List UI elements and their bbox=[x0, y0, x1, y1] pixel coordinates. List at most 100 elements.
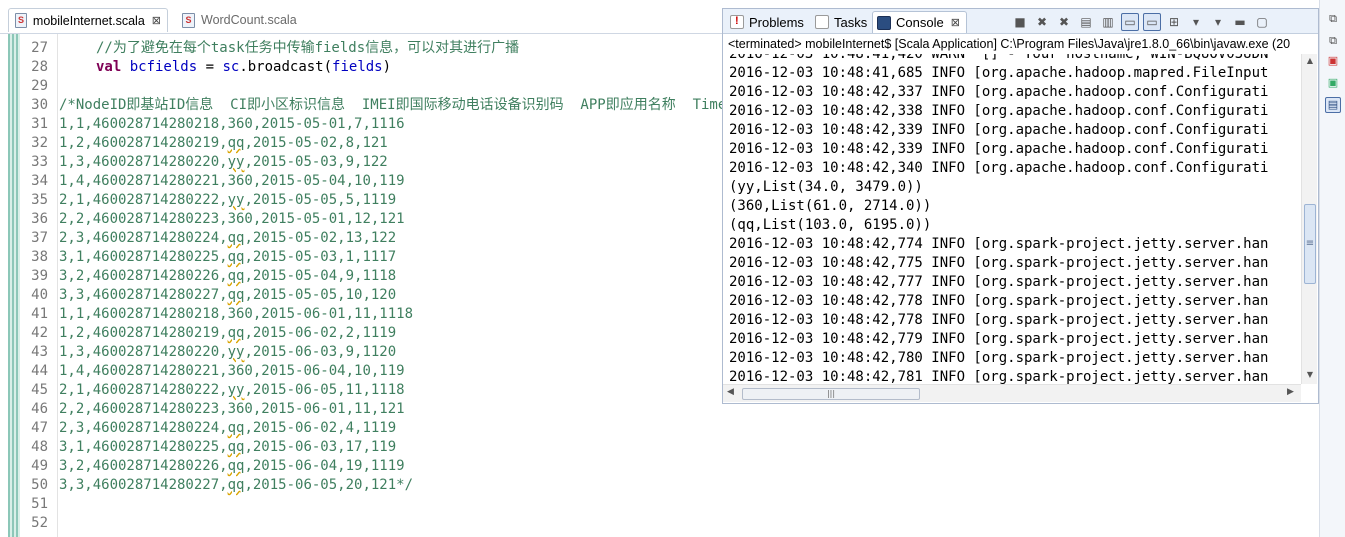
record-prefix: 1,2,460028714280219, bbox=[59, 325, 228, 341]
console-output-line: 2016-12-03 10:48:41,420 WARN [] - Your h… bbox=[729, 54, 1269, 62]
console-icon bbox=[877, 15, 891, 30]
code-line[interactable]: 43 1,3,460028714280220,yy,2015-06-03,9,11… bbox=[22, 343, 396, 362]
remove-launch-icon[interactable]: ✖ bbox=[1033, 13, 1051, 31]
record-prefix: 2,3,460028714280224, bbox=[59, 420, 228, 436]
code-line[interactable]: 52 bbox=[22, 514, 48, 533]
editor-body[interactable]: 27 //为了避免在每个task任务中传输fields信息，可以对其进行广播 2… bbox=[0, 34, 796, 537]
line-number: 44 bbox=[31, 363, 48, 379]
line-number: 38 bbox=[31, 249, 48, 265]
code-line[interactable]: 35 2,1,460028714280222,yy,2015-05-05,5,11… bbox=[22, 191, 396, 210]
record-prefix: 3,2,460028714280226, bbox=[59, 268, 228, 284]
code-line[interactable]: 47 2,3,460028714280224,qq,2015-06-02,4,11… bbox=[22, 419, 396, 438]
stop-icon[interactable]: ■ bbox=[1011, 13, 1029, 31]
console-output-line: (360,List(61.0, 2714.0)) bbox=[729, 198, 932, 214]
code-line[interactable]: 30 /*NodeID即基站ID信息 CI即小区标识信息 IMEI即国际移动电话… bbox=[22, 96, 796, 115]
clear-console-icon[interactable]: ▤ bbox=[1077, 13, 1095, 31]
grip-icon: ||| bbox=[826, 389, 836, 398]
code-lines[interactable]: 27 //为了避免在每个task任务中传输fields信息，可以对其进行广播 2… bbox=[22, 39, 796, 533]
horizontal-scrollbar[interactable]: ◀ ||| ▶ bbox=[723, 384, 1301, 402]
show-console-on-stdout-icon[interactable]: ▭ bbox=[1121, 13, 1139, 31]
code-line[interactable]: 39 3,2,460028714280226,qq,2015-05-04,9,11… bbox=[22, 267, 396, 286]
tab-console[interactable]: Console ⊠ bbox=[872, 11, 967, 33]
line-number: 33 bbox=[31, 154, 48, 170]
tab-tasks[interactable]: Tasks bbox=[811, 11, 871, 33]
code-line[interactable]: 34 1,4,460028714280221,360,2015-05-04,10,… bbox=[22, 172, 404, 191]
show-console-on-stderr-icon[interactable]: ▭ bbox=[1143, 13, 1161, 31]
data-record: 3,1,460028714280225,qq,2015-06-03,17,119 bbox=[59, 438, 396, 457]
tab-mobileinternet-scala[interactable]: S mobileInternet.scala ⊠ bbox=[8, 8, 168, 32]
scroll-lock-icon[interactable]: ▥ bbox=[1099, 13, 1117, 31]
record-prefix: 1,1,460028714280218, bbox=[59, 306, 228, 322]
scroll-down-icon[interactable]: ▼ bbox=[1304, 370, 1316, 382]
code-line[interactable]: 27 //为了避免在每个task任务中传输fields信息，可以对其进行广播 bbox=[22, 39, 519, 58]
code-line[interactable]: 42 1,2,460028714280219,qq,2015-06-02,2,11… bbox=[22, 324, 396, 343]
code-line[interactable]: 36 2,2,460028714280223,360,2015-05-01,12,… bbox=[22, 210, 404, 229]
code-editor[interactable]: S mobileInternet.scala ⊠ S WordCount.sca… bbox=[0, 0, 796, 537]
code-line[interactable]: 40 3,3,460028714280227,qq,2015-05-05,10,1… bbox=[22, 286, 396, 305]
data-record: 1,3,460028714280220,yy,2015-06-03,9,1120 bbox=[59, 343, 396, 362]
scroll-right-icon[interactable]: ▶ bbox=[1287, 387, 1294, 397]
code-line[interactable]: 49 3,2,460028714280226,qq,2015-06-04,19,1… bbox=[22, 457, 404, 476]
problems-view-icon[interactable]: ▣ bbox=[1325, 54, 1341, 70]
code-line[interactable]: 29 bbox=[22, 77, 48, 96]
line-number: 34 bbox=[31, 173, 48, 189]
tasks-view-icon[interactable]: ▣ bbox=[1325, 76, 1341, 92]
line-number: 36 bbox=[31, 211, 48, 227]
record-prefix: 1,2,460028714280219, bbox=[59, 135, 228, 151]
code-line[interactable]: 38 3,1,460028714280225,qq,2015-05-03,1,11… bbox=[22, 248, 396, 267]
pin-console-icon[interactable]: ⊞ bbox=[1165, 13, 1183, 31]
close-icon[interactable]: ⊠ bbox=[951, 16, 960, 29]
record-prefix: 1,4,460028714280221, bbox=[59, 363, 228, 379]
code-line[interactable]: 46 2,2,460028714280223,360,2015-06-01,11,… bbox=[22, 400, 404, 419]
close-icon[interactable]: ⊠ bbox=[152, 14, 161, 27]
code-line[interactable]: 31 1,1,460028714280218,360,2015-05-01,7,1… bbox=[22, 115, 404, 134]
console-output[interactable]: 2016-12-03 10:48:41,420 WARN [] - Your h… bbox=[723, 54, 1301, 384]
restore-icon[interactable]: ⧉ bbox=[1325, 34, 1341, 50]
console-panel[interactable]: Problems Tasks Console ⊠ ■ ✖ ✖ ▤ ▥ ▭ ▭ ⊞… bbox=[722, 8, 1319, 404]
code-line[interactable]: 50 3,3,460028714280227,qq,2015-06-05,20,1… bbox=[22, 476, 413, 495]
code-text: = bbox=[197, 59, 223, 75]
record-suffix: ,2015-06-01,11,121 bbox=[252, 401, 405, 417]
restore-icon[interactable]: ⧉ bbox=[1325, 12, 1341, 28]
record-suffix: ,2015-06-04,19,1119 bbox=[244, 458, 405, 474]
code-line[interactable]: 28 val bcfields = sc.broadcast(fields) bbox=[22, 58, 391, 77]
console-output-line: 2016-12-03 10:48:42,778 INFO [org.spark-… bbox=[729, 293, 1269, 309]
record-prefix: 1,3,460028714280220, bbox=[59, 344, 228, 360]
line-number: 46 bbox=[31, 401, 48, 417]
line-number: 32 bbox=[31, 135, 48, 151]
scroll-left-icon[interactable]: ◀ bbox=[727, 387, 734, 397]
code-line[interactable]: 32 1,2,460028714280219,qq,2015-05-02,8,12… bbox=[22, 134, 388, 153]
open-console-icon[interactable]: ▾ bbox=[1209, 13, 1227, 31]
code-text: ) bbox=[382, 59, 392, 75]
code-line[interactable]: 51 bbox=[22, 495, 48, 514]
scroll-thumb[interactable]: ||| bbox=[742, 388, 920, 400]
data-record: 2,3,460028714280224,qq,2015-05-02,13,122 bbox=[59, 229, 396, 248]
code-line[interactable]: 37 2,3,460028714280224,qq,2015-05-02,13,1… bbox=[22, 229, 396, 248]
code-line[interactable]: 44 1,4,460028714280221,360,2015-06-04,10,… bbox=[22, 362, 404, 381]
remove-all-terminated-icon[interactable]: ✖ bbox=[1055, 13, 1073, 31]
code-line[interactable]: 33 1,3,460028714280220,yy,2015-05-03,9,12… bbox=[22, 153, 388, 172]
code-comment: //为了避免在每个task任务中传输fields信息，可以对其进行广播 bbox=[96, 40, 520, 56]
tab-label: Console bbox=[896, 15, 944, 30]
record-suffix: ,2015-05-04,10,119 bbox=[252, 173, 405, 189]
tab-wordcount-scala[interactable]: S WordCount.scala bbox=[176, 8, 306, 32]
code-line[interactable]: 48 3,1,460028714280225,qq,2015-06-03,17,1… bbox=[22, 438, 396, 457]
display-selected-console-icon[interactable]: ▾ bbox=[1187, 13, 1205, 31]
code-line[interactable]: 45 2,1,460028714280222,yy,2015-06-05,11,1… bbox=[22, 381, 404, 400]
data-record: 2,2,460028714280223,360,2015-05-01,12,12… bbox=[59, 210, 405, 229]
scroll-thumb[interactable]: ≡ bbox=[1304, 204, 1316, 284]
line-number: 42 bbox=[31, 325, 48, 341]
data-record: 3,3,460028714280227,qq,2015-05-05,10,120 bbox=[59, 286, 396, 305]
scala-file-icon: S bbox=[182, 12, 195, 28]
record-suffix: ,2015-05-03,1,1117 bbox=[244, 249, 397, 265]
vertical-scrollbar[interactable]: ▲ ≡ ▼ bbox=[1301, 54, 1317, 384]
scroll-up-icon[interactable]: ▲ bbox=[1304, 56, 1316, 68]
record-app: 360 bbox=[227, 401, 253, 417]
console-output-line: 2016-12-03 10:48:42,779 INFO [org.spark-… bbox=[729, 331, 1269, 347]
tab-problems[interactable]: Problems bbox=[726, 11, 808, 33]
maximize-icon[interactable]: ▢ bbox=[1253, 13, 1271, 31]
record-prefix: 3,1,460028714280225, bbox=[59, 249, 228, 265]
minimize-icon[interactable]: ▬ bbox=[1231, 13, 1249, 31]
code-line[interactable]: 41 1,1,460028714280218,360,2015-06-01,11,… bbox=[22, 305, 413, 324]
console-view-icon[interactable]: ▤ bbox=[1325, 97, 1341, 113]
